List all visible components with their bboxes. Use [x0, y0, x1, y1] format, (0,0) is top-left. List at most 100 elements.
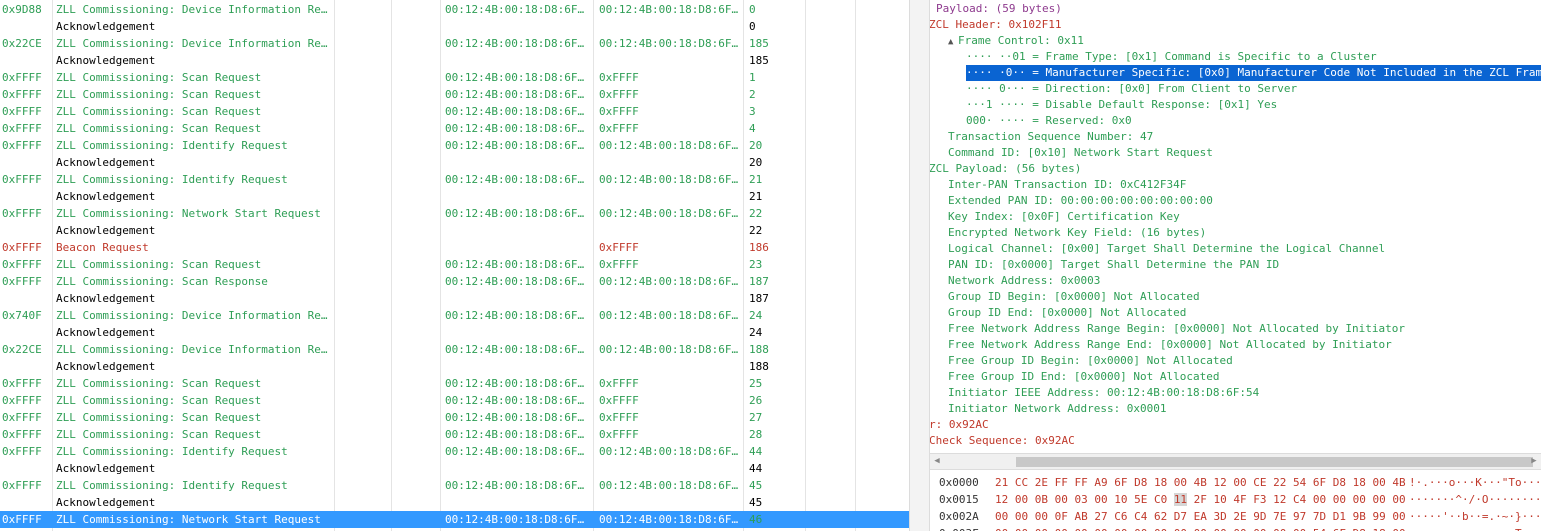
source-address-cell: 0xFFFF — [2, 411, 42, 424]
tree-item[interactable]: Logical Channel: [0x00] Target Shall Det… — [948, 241, 1385, 257]
packet-row[interactable]: Acknowledgement 185 — [0, 52, 909, 69]
tree-item[interactable]: Check Sequence: 0x92AC — [930, 433, 1075, 449]
length-cell: 186 — [749, 241, 769, 254]
source-address-cell: 0xFFFF — [2, 428, 42, 441]
packet-row[interactable]: 0xFFFF ZLL Commissioning: Identify Reques… — [0, 137, 909, 154]
packet-row[interactable]: 0x22CE ZLL Commissioning: Device Informat… — [0, 341, 909, 358]
packet-row[interactable]: 0xFFFF Beacon Request 0xFFFF 186 — [0, 239, 909, 256]
packet-row[interactable]: 0xFFFF ZLL Commissioning: Identify Reques… — [0, 171, 909, 188]
packet-row-selected[interactable]: 0xFFFF ZLL Commissioning: Network Start R… — [0, 511, 909, 528]
tree-item[interactable]: Inter-PAN Transaction ID: 0xC412F34F — [948, 177, 1186, 193]
tree-item[interactable]: Free Network Address Range Begin: [0x000… — [948, 321, 1405, 337]
tree-item[interactable]: Free Group ID End: [0x0000] Not Allocate… — [948, 369, 1220, 385]
info-cell: ZLL Commissioning: Scan Request — [56, 377, 262, 390]
tree-item[interactable]: ▲ Frame Control: 0x11 — [948, 33, 1084, 49]
packet-row[interactable]: Acknowledgement 24 — [0, 324, 909, 341]
packet-row[interactable]: 0xFFFF ZLL Commissioning: Scan Request 00:… — [0, 103, 909, 120]
packet-row[interactable]: Acknowledgement 21 — [0, 188, 909, 205]
ext-dest-cell: 0xFFFF — [599, 428, 639, 441]
tree-item[interactable]: Extended PAN ID: 00:00:00:00:00:00:00:00 — [948, 193, 1213, 209]
tree-item[interactable]: Encrypted Network Key Field: (16 bytes) — [948, 225, 1206, 241]
tree-item[interactable]: Group ID End: [0x0000] Not Allocated — [948, 305, 1186, 321]
packet-details-tree[interactable]: Payload: (59 bytes) ZCL Header: 0x102F11 ▲… — [930, 0, 1541, 453]
packet-row[interactable]: 0xFFFF ZLL Commissioning: Scan Request 00:… — [0, 256, 909, 273]
source-address-cell: 0xFFFF — [2, 71, 42, 84]
info-cell: Acknowledgement — [56, 20, 156, 33]
packet-row[interactable]: 0x9D88 ZLL Commissioning: Device Informat… — [0, 1, 909, 18]
ext-dest-cell: 0xFFFF — [599, 258, 639, 271]
info-cell: ZLL Commissioning: Scan Request — [56, 122, 262, 135]
chevron-left-icon[interactable]: ◀ — [932, 456, 942, 467]
scrollbar-thumb[interactable] — [1016, 457, 1533, 467]
packet-bytes-pane[interactable]: 0x0000 21 CC 2E FF FF A9 6F D8 18 00 4B 1… — [930, 470, 1541, 531]
tree-item[interactable]: Initiator IEEE Address: 00:12:4B:00:18:D… — [948, 385, 1259, 401]
tree-item[interactable]: ZCL Header: 0x102F11 — [930, 17, 1061, 33]
tree-item-label: Initiator Network Address: 0x0001 — [948, 402, 1167, 415]
packet-row[interactable]: 0x740F ZLL Commissioning: Device Informat… — [0, 307, 909, 324]
packet-row[interactable]: Acknowledgement 187 — [0, 290, 909, 307]
tree-item-label: Command ID: [0x10] Network Start Request — [948, 146, 1213, 159]
length-cell: 0 — [749, 3, 756, 16]
packet-row[interactable]: 0xFFFF ZLL Commissioning: Identify Reques… — [0, 443, 909, 460]
hex-byte-selected[interactable]: 11 — [1173, 493, 1188, 506]
packet-row[interactable]: 0xFFFF ZLL Commissioning: Scan Request 00:… — [0, 375, 909, 392]
tree-item[interactable]: Network Address: 0x0003 — [948, 273, 1100, 289]
packet-row[interactable]: 0xFFFF ZLL Commissioning: Network Start R… — [0, 205, 909, 222]
info-cell: ZLL Commissioning: Scan Request — [56, 411, 262, 424]
tree-item[interactable]: ···1 ···· = Disable Default Response: [0… — [966, 97, 1277, 113]
triangle-up-icon[interactable]: ▲ — [948, 34, 958, 50]
ext-source-cell: 00:12:4B:00:18:D8:6F:54 — [445, 309, 590, 322]
packet-row[interactable]: 0xFFFF ZLL Commissioning: Scan Request 00:… — [0, 426, 909, 443]
tree-item[interactable]: Payload: (59 bytes) — [936, 1, 1062, 17]
tree-item[interactable]: Free Network Address Range End: [0x0000]… — [948, 337, 1392, 353]
ext-dest-cell: 00:12:4B:00:18:D8:6F:A9 — [599, 309, 739, 322]
tree-item[interactable]: Group ID Begin: [0x0000] Not Allocated — [948, 289, 1200, 305]
packet-row[interactable]: Acknowledgement 45 — [0, 494, 909, 511]
ext-source-cell: 00:12:4B:00:18:D8:6F:54 — [445, 411, 590, 424]
packet-list[interactable]: 0x9D88 ZLL Commissioning: Device Informat… — [0, 0, 909, 531]
packet-row[interactable]: Acknowledgement 0 — [0, 18, 909, 35]
ext-source-cell: 00:12:4B:00:18:D8:6F:54 — [445, 394, 590, 407]
pane-splitter[interactable] — [909, 0, 930, 531]
source-address-cell: 0xFFFF — [2, 275, 42, 288]
tree-item[interactable]: ···· 0··· = Direction: [0x0] From Client… — [966, 81, 1297, 97]
packet-row[interactable]: Acknowledgement 22 — [0, 222, 909, 239]
length-cell: 24 — [749, 326, 763, 339]
tree-item-selected[interactable]: ···· ·0·· = Manufacturer Specific: [0x0]… — [966, 65, 1541, 81]
packet-row[interactable]: 0xFFFF ZLL Commissioning: Scan Request 00:… — [0, 409, 909, 426]
packet-row[interactable]: 0xFFFF ZLL Commissioning: Scan Request 00:… — [0, 392, 909, 409]
source-address-cell: 0xFFFF — [2, 394, 42, 407]
packet-row[interactable]: Acknowledgement 188 — [0, 358, 909, 375]
chevron-right-icon[interactable]: ▶ — [1529, 456, 1539, 467]
tree-item[interactable]: Key Index: [0x0F] Certification Key — [948, 209, 1180, 225]
ext-source-cell: 00:12:4B:00:18:D8:6F:A9 — [445, 37, 590, 50]
length-cell: 21 — [749, 173, 763, 186]
tree-item[interactable]: Transaction Sequence Number: 47 — [948, 129, 1153, 145]
tree-item[interactable]: Command ID: [0x10] Network Start Request — [948, 145, 1213, 161]
info-cell: ZLL Commissioning: Scan Request — [56, 88, 262, 101]
packet-row[interactable]: 0x22CE ZLL Commissioning: Device Informat… — [0, 35, 909, 52]
packet-row[interactable]: 0xFFFF ZLL Commissioning: Scan Request 00:… — [0, 86, 909, 103]
packet-row[interactable]: 0xFFFF ZLL Commissioning: Scan Request 00:… — [0, 120, 909, 137]
length-cell: 24 — [749, 309, 763, 322]
tree-item[interactable]: PAN ID: [0x0000] Target Shall Determine … — [948, 257, 1279, 273]
packet-row[interactable]: 0xFFFF ZLL Commissioning: Identify Reques… — [0, 477, 909, 494]
info-cell: Acknowledgement — [56, 496, 156, 509]
ext-source-cell: 00:12:4B:00:18:D8:6F:54 — [445, 428, 590, 441]
info-cell: ZLL Commissioning: Scan Response — [56, 275, 268, 288]
packet-row[interactable]: 0xFFFF ZLL Commissioning: Scan Response 00… — [0, 273, 909, 290]
tree-item[interactable]: ZCL Payload: (56 bytes) — [930, 161, 1081, 177]
ext-dest-cell: 0xFFFF — [599, 411, 639, 424]
tree-item[interactable]: Initiator Network Address: 0x0001 — [948, 401, 1167, 417]
tree-item[interactable]: Free Group ID Begin: [0x0000] Not Alloca… — [948, 353, 1233, 369]
packet-row[interactable]: Acknowledgement 20 — [0, 154, 909, 171]
source-address-cell: 0xFFFF — [2, 173, 42, 186]
horizontal-scrollbar[interactable]: ◀ ▶ — [930, 453, 1541, 470]
tree-item[interactable]: r: 0x92AC — [930, 417, 989, 433]
tree-item[interactable]: ···· ··01 = Frame Type: [0x1] Command is… — [966, 49, 1377, 65]
length-cell: 45 — [749, 479, 763, 492]
tree-item[interactable]: 000· ···· = Reserved: 0x0 — [966, 113, 1132, 129]
hex-bytes-text: 00 00 00 0F AB 27 C6 C4 62 D7 EA 3D 2E 9… — [995, 510, 1406, 523]
packet-row[interactable]: 0xFFFF ZLL Commissioning: Scan Request 00:… — [0, 69, 909, 86]
packet-row[interactable]: Acknowledgement 44 — [0, 460, 909, 477]
